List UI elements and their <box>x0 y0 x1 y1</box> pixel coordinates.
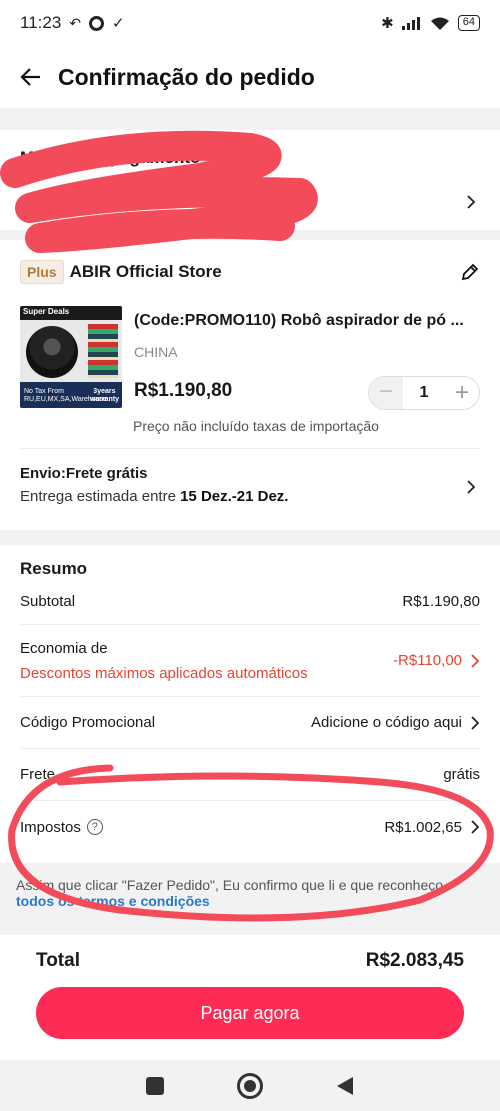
promo-code-row[interactable]: Código Promocional Adicione o código aqu… <box>20 697 480 749</box>
thumb-warranty-label: 3years warranty <box>89 388 119 403</box>
quantity-increase-button[interactable]: + <box>445 378 479 408</box>
plus-badge: Plus <box>20 260 64 284</box>
circle-icon <box>89 15 105 31</box>
call-icon: ↶ <box>69 14 82 31</box>
terms-link[interactable]: todos os termos e condições <box>16 893 210 909</box>
frete-label: Frete <box>20 766 56 783</box>
store-section: Plus ABIR Official Store Super Deals No … <box>0 240 500 530</box>
page-header: Confirmação do pedido <box>0 46 500 108</box>
economia-description: Descontos máximos aplicados automáticos <box>20 664 308 682</box>
impostos-label: Impostos <box>20 818 81 836</box>
back-button[interactable] <box>20 66 42 88</box>
wifi-icon <box>430 17 449 30</box>
total-label: Total <box>36 950 80 971</box>
edit-pencil-icon[interactable] <box>460 262 480 282</box>
terms-notice: Assim que clicar "Fazer Pedido", Eu conf… <box>0 863 500 935</box>
product-origin: CHINA <box>134 344 178 360</box>
checkout-footer: Total R$2.083,45 Pagar agora <box>0 935 500 1060</box>
nav-recents-icon[interactable] <box>146 1076 165 1095</box>
signal-icon <box>401 17 420 30</box>
product-item: Super Deals No Tax From RU,EU,MX,SA,Ware… <box>0 284 500 410</box>
subtotal-label: Subtotal <box>20 593 76 610</box>
payment-method-title: Método de pagamento <box>20 148 201 167</box>
help-icon[interactable]: ? <box>86 819 103 835</box>
subtotal-row: Subtotal R$1.190,80 <box>20 579 480 625</box>
promo-code-value: Adicione o código aqui <box>311 714 480 731</box>
page-title: Confirmação do pedido <box>58 63 315 90</box>
battery-icon: 64 <box>457 15 480 31</box>
nav-home-icon[interactable] <box>236 1072 263 1099</box>
product-thumbnail[interactable]: Super Deals No Tax From RU,EU,MX,SA,Ware… <box>20 306 122 408</box>
delivery-estimate: Entrega estimada entre 15 Dez.-21 Dez. <box>20 488 289 505</box>
frete-value: grátis <box>443 766 480 783</box>
summary-title: Resumo <box>20 559 88 578</box>
import-tax-note: Preço não incluído taxas de importação <box>133 418 379 434</box>
total-row: Total R$2.083,45 <box>0 935 500 972</box>
check-icon: ✓ <box>112 15 125 32</box>
nav-back-icon[interactable] <box>336 1076 354 1096</box>
store-name[interactable]: ABIR Official Store <box>70 262 222 282</box>
summary-section: Resumo Subtotal R$1.190,80 Economia de D… <box>0 545 500 935</box>
economia-row[interactable]: Economia de Descontos máximos aplicados … <box>20 625 480 697</box>
promo-code-label: Código Promocional <box>20 714 156 731</box>
thumb-deal-label: Super Deals <box>23 307 70 316</box>
flags-image <box>88 324 118 378</box>
chevron-right-icon[interactable] <box>466 194 476 210</box>
quantity-stepper: − 1 + <box>368 376 480 410</box>
subtotal-value: R$1.190,80 <box>402 593 480 610</box>
quantity-decrease-button[interactable]: − <box>369 377 403 409</box>
total-value: R$2.083,45 <box>365 950 464 971</box>
status-bar: 11:23 ↶ ✓ ✱ 64 <box>0 0 500 46</box>
economia-label: Economia de <box>20 639 108 657</box>
shipping-row[interactable]: Envio:Frete grátis Entrega estimada entr… <box>0 449 500 505</box>
impostos-row[interactable]: Impostos ? R$1.002,65 <box>20 801 480 853</box>
chevron-right-icon <box>471 715 480 730</box>
chevron-right-icon[interactable] <box>466 479 476 495</box>
bluetooth-icon: ✱ <box>381 15 394 32</box>
chevron-right-icon <box>471 653 480 668</box>
economia-value: -R$110,00 <box>393 652 480 669</box>
robot-image <box>26 326 78 378</box>
chevron-right-icon <box>471 820 480 834</box>
pay-now-button[interactable]: Pagar agora <box>36 987 464 1039</box>
back-arrow-icon <box>20 68 40 86</box>
impostos-value: R$1.002,65 <box>384 819 480 836</box>
terms-text: Assim que clicar "Fazer Pedido", Eu conf… <box>16 877 444 893</box>
product-title[interactable]: (Code:PROMO110) Robô aspirador de pó ... <box>134 312 480 330</box>
frete-row: Frete grátis <box>20 749 480 801</box>
system-navbar <box>0 1060 500 1111</box>
payment-method-section[interactable]: Método de pagamento <box>0 130 500 230</box>
shipping-label: Envio:Frete grátis <box>20 465 148 482</box>
quantity-value[interactable]: 1 <box>403 384 445 402</box>
status-time: 11:23 <box>20 13 62 32</box>
